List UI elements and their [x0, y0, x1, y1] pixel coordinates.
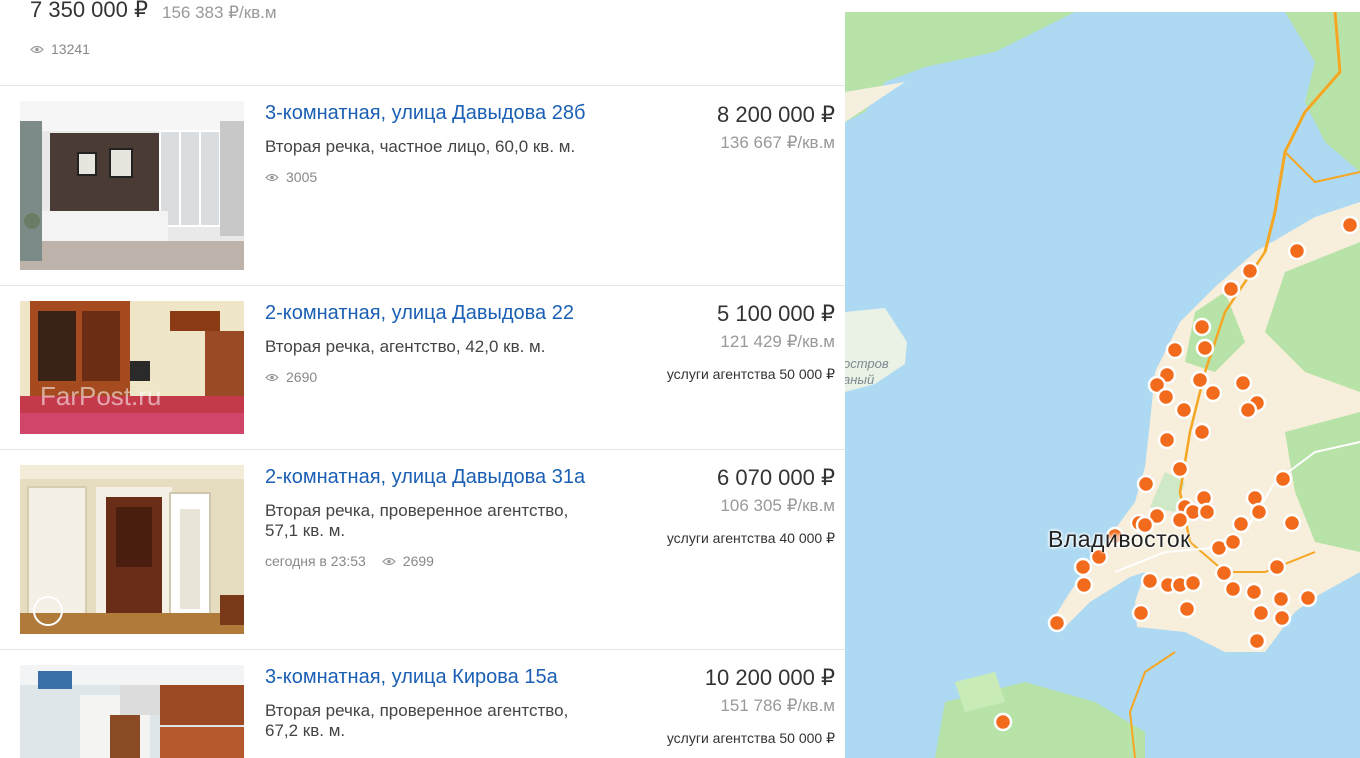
- views-count: 13241: [51, 41, 90, 57]
- listing-price: 10 200 000 ₽: [704, 665, 835, 690]
- listing-price: 8 200 000 ₽: [717, 102, 835, 127]
- listing-price: 5 100 000 ₽: [717, 301, 835, 326]
- listing-description: Вторая речка, агентство, 42,0 кв. м.: [265, 337, 546, 356]
- listing-price: 6 070 000 ₽: [717, 465, 835, 490]
- listing-title-link[interactable]: 2-комнатная, улица Давыдова 31а: [265, 466, 585, 489]
- listing-price: 7 350 000 ₽: [30, 0, 148, 22]
- eye-icon: [30, 41, 44, 57]
- views-count: 3005: [286, 169, 318, 185]
- listing-description: Вторая речка, частное лицо, 60,0 кв. м.: [265, 137, 576, 156]
- listing-description: Вторая речка, проверенное агентство, 67,…: [265, 701, 569, 740]
- views-count: 2699: [402, 553, 434, 569]
- photo-watermark: FarPost.ru: [40, 381, 161, 411]
- listing-price-per-m2: 136 667 ₽/кв.м: [720, 133, 835, 152]
- listing-photo[interactable]: FarPost.ru: [20, 301, 244, 434]
- agency-fee: услуги агентства 40 000 ₽: [666, 530, 835, 546]
- eye-icon: [381, 553, 396, 569]
- listing-photo[interactable]: [20, 101, 244, 270]
- city-label: Владивосток: [1048, 526, 1191, 552]
- listing-card[interactable]: 2-комнатная, улица Давыдова 31а Вторая р…: [0, 450, 845, 650]
- island-label: остров аный: [845, 356, 889, 387]
- agency-fee: услуги агентства 50 000 ₽: [666, 366, 835, 382]
- eye-icon: [265, 169, 279, 185]
- listing-photo[interactable]: [20, 665, 244, 758]
- listing-price-per-m2: 156 383 ₽/кв.м: [162, 3, 277, 22]
- listing-title-link[interactable]: 2-комнатная, улица Давыдова 22: [265, 302, 574, 325]
- listing-meta: сегодня в 23:53 2699: [265, 553, 434, 569]
- listing-card[interactable]: 3-комнатная, улица Кирова 15а Вторая реч…: [0, 650, 845, 758]
- listings-panel: 7 350 000 ₽ 156 383 ₽/кв.м 13241 3-комна…: [0, 0, 845, 758]
- eye-icon: [265, 369, 279, 385]
- listing-price-per-m2: 106 305 ₽/кв.м: [720, 496, 835, 515]
- agency-fee: услуги агентства 50 000 ₽: [666, 730, 835, 746]
- listing-photo[interactable]: [20, 465, 244, 634]
- listing-meta: 3005: [265, 169, 317, 185]
- listing-title-link[interactable]: 3-комнатная, улица Кирова 15а: [265, 666, 558, 689]
- map-view[interactable]: остров аный Владивосток: [845, 12, 1360, 758]
- listing-price-per-m2: 151 786 ₽/кв.м: [720, 696, 835, 715]
- listing-time: сегодня в 23:53: [265, 553, 366, 569]
- listing-price-per-m2: 121 429 ₽/кв.м: [720, 332, 835, 351]
- listing-meta: 2690: [265, 369, 317, 385]
- listing-description: Вторая речка, проверенное агентство, 57,…: [265, 501, 569, 540]
- listing-card[interactable]: FarPost.ru 2-комнатная, улица Давыдова 2…: [0, 286, 845, 450]
- listing-card[interactable]: 7 350 000 ₽ 156 383 ₽/кв.м 13241: [0, 0, 845, 86]
- listing-title-link[interactable]: 3-комнатная, улица Давыдова 28б: [265, 102, 585, 125]
- listing-card[interactable]: 3-комнатная, улица Давыдова 28б Вторая р…: [0, 86, 845, 286]
- views-counter: 13241: [30, 41, 90, 57]
- views-count: 2690: [286, 369, 318, 385]
